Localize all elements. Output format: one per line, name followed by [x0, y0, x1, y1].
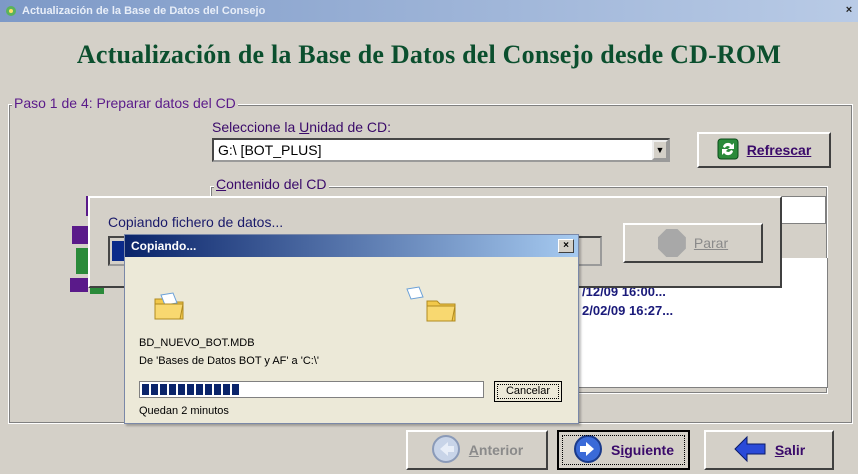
app-icon: [4, 4, 18, 18]
refresh-icon: [717, 138, 739, 163]
step-label: Paso 1 de 4: Preparar datos del CD: [12, 95, 238, 111]
exit-button[interactable]: Salir: [704, 430, 834, 470]
back-label: nterior: [478, 442, 524, 458]
source-folder-icon: [154, 292, 184, 320]
progress-block: [151, 384, 158, 395]
progress-block: [169, 384, 176, 395]
arrow-left-icon: [431, 434, 461, 467]
cancel-button[interactable]: Cancelar: [494, 381, 562, 402]
copy-message: Copiando fichero de datos...: [108, 214, 284, 230]
back-label-accel: A: [468, 442, 479, 458]
window-close-button[interactable]: ×: [842, 3, 856, 17]
copying-source-destination: De 'Bases de Datos BOT y AF' a 'C:\': [139, 355, 319, 367]
drive-select[interactable]: G:\ [BOT_PLUS] ▼: [212, 138, 670, 162]
refresh-button[interactable]: Refrescar: [697, 132, 831, 168]
next-label-part: guiente: [624, 442, 674, 458]
drive-label-accel: U: [299, 119, 310, 135]
window-titlebar: Actualización de la Base de Datos del Co…: [0, 0, 858, 22]
progress-block: [178, 384, 185, 395]
exit-label-accel: S: [774, 442, 785, 458]
progress-block: [223, 384, 230, 395]
destination-folder-icon: [426, 300, 456, 322]
progress-block: [214, 384, 221, 395]
cd-list-entry: 2/02/09 16:27...: [582, 303, 674, 318]
progress-block: [205, 384, 212, 395]
drive-label-part: Seleccione la: [212, 119, 300, 135]
copying-progress-bar: [139, 381, 484, 398]
back-button[interactable]: Anterior: [406, 430, 548, 470]
exit-label: alir: [784, 442, 806, 458]
copying-dialog-title: Copiando...: [125, 235, 578, 257]
cd-content-field: [778, 196, 826, 224]
time-remaining: Quedan 2 minutos: [139, 405, 229, 417]
progress-block: [160, 384, 167, 395]
copying-dialog: Copiando... × BD_NUEVO_BOT.MDB De 'Bases…: [124, 234, 579, 424]
window-title: Actualización de la Base de Datos del Co…: [22, 5, 266, 17]
cd-content-label: Contenido del CD: [214, 176, 329, 192]
stop-label: Parar: [693, 235, 729, 251]
content-label-part: ontenido del CD: [226, 176, 327, 192]
stop-button[interactable]: Parar: [623, 223, 763, 263]
next-button[interactable]: Siguiente: [557, 430, 690, 470]
progress-block: [187, 384, 194, 395]
progress-block: [232, 384, 239, 395]
drive-label-part: nidad de CD:: [309, 119, 392, 135]
page-title: Actualización de la Base de Datos del Co…: [76, 40, 782, 69]
content-label-accel: C: [216, 176, 227, 192]
exit-arrow-icon: [733, 435, 767, 466]
copying-dialog-close-button[interactable]: ×: [558, 239, 574, 253]
copying-file-name: BD_NUEVO_BOT.MDB: [139, 337, 255, 349]
copy-progress-fill: [112, 241, 124, 261]
stop-icon: [657, 229, 686, 257]
progress-block: [142, 384, 149, 395]
progress-block: [196, 384, 203, 395]
drive-select-value: G:\ [BOT_PLUS]: [218, 142, 322, 158]
arrow-right-icon: [573, 434, 603, 467]
chevron-down-icon[interactable]: ▼: [652, 140, 668, 160]
drive-select-label: Seleccione la Unidad de CD:: [212, 119, 391, 135]
next-label-part: S: [610, 442, 621, 458]
refresh-label: Refrescar: [746, 142, 812, 158]
